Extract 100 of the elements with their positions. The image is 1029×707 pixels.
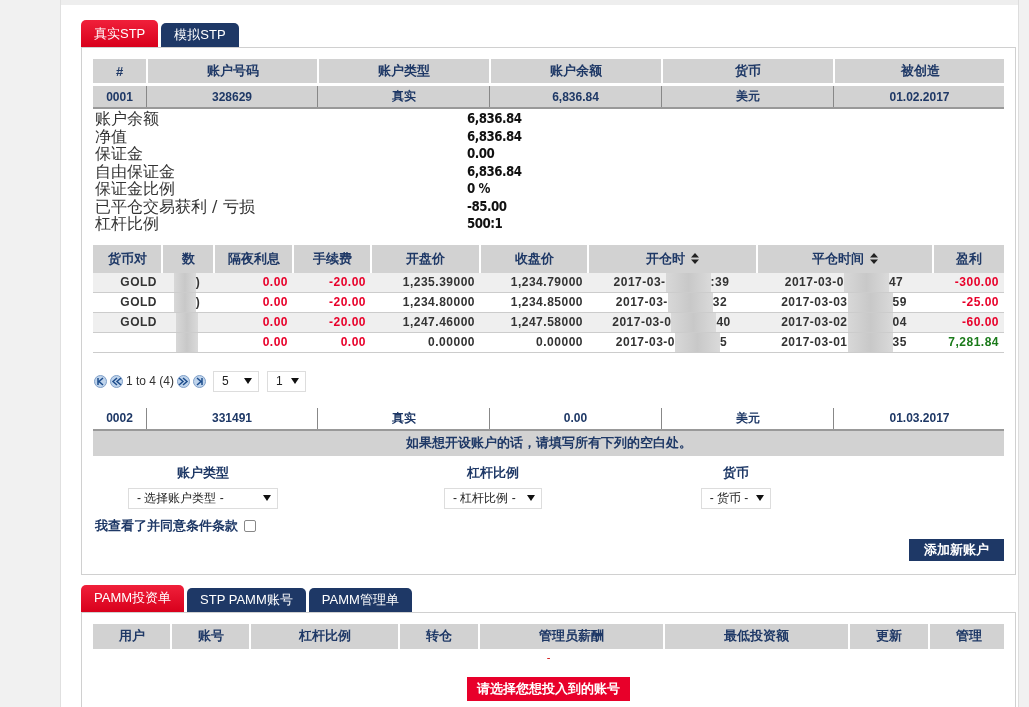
column-header: # [114,62,125,81]
table-cell-text: 1,234.85000 [509,294,584,311]
table-cell-text: GOLD [119,294,158,311]
table-cell: 331491 [146,407,317,429]
table-cell: 美元 [661,86,833,107]
summary-label: 已平仓交易获利 / 亏损 [95,197,256,215]
page-select[interactable]: 1 [267,370,306,392]
terms-label: 我查看了并同意条件条款 [95,516,238,535]
pager-icon[interactable] [110,374,123,388]
field-label: 杠杆比例 [467,463,519,482]
column-header: 更新 [848,623,928,649]
account-row[interactable]: 0001 328629 真实 6,836.84 美元 01.02.2017 [93,86,1004,109]
summary-label: 自由保证金 [95,162,176,180]
table-cell-text: 0001 [105,88,134,106]
column-header: 账户余额 [489,59,661,83]
table-cell-text: 0.00 [261,334,289,351]
table-cell-text: 1,234.79000 [509,274,584,291]
column-header: 管理员薪酬 [478,623,663,649]
dropdown[interactable]: - 选择账户类型 - [128,487,278,509]
empty-mark: - [546,650,551,663]
table-cell: 2017-03-01 35 [756,332,932,352]
pager-icon[interactable] [177,374,191,388]
column-header: 账号 [170,623,249,649]
column-header: 货币对 [106,249,148,268]
notice-bar: 如果想开设账户的话，请填写所有下列的空白处。 [93,430,1004,456]
dropdown[interactable]: - 杠杆比例 - [444,487,542,509]
table-cell: 2017-03-0 47 [756,272,932,292]
caret-icon [527,495,535,501]
column-header: 最低投资额 [663,623,848,649]
sort-icon[interactable] [691,253,699,264]
summary-value: 0 % [467,180,491,198]
summary-label: 保证金 [95,145,144,163]
summary-value: 500:1 [467,215,504,233]
pager-info: 1 to 4 (4) [126,374,175,388]
table-cell-text: -25.00 [960,294,1000,311]
table-cell: 2017-03-03 59 [756,292,932,312]
summary-label: 保证金比例 [95,180,176,198]
table-cell-text: 0.00000 [535,334,584,351]
field-label: 货币 [723,463,749,482]
table-cell-text: 1,234.80000 [401,294,476,311]
summary-value: 6,836.84 [467,110,523,128]
table-cell-text: -20.00 [327,294,367,311]
tab[interactable]: 模拟STP [161,23,239,47]
table-cell-text: 0.00 [261,274,289,291]
table-cell: 01.03.2017 [833,407,1005,429]
tab[interactable]: STP PAMM账号 [187,587,306,612]
summary-label: 杠杆比例 [95,215,159,233]
table-cell: 2017-03- :39 [587,272,756,292]
column-header: 被创造 [833,59,1005,83]
table-cell-text: 1,247.58000 [509,314,584,331]
summary-value: 0.00 [467,145,496,163]
table-cell: 328629 [146,86,317,107]
account-row[interactable]: 0002 331491 真实 0.00 美元 01.03.2017 [93,407,1004,431]
column-header: 管理 [928,623,1007,649]
column-header: 用户 [117,627,146,645]
terms-checkbox[interactable] [244,519,256,532]
table-cell: 01.02.2017 [833,86,1005,107]
summary-value: -85.00 [467,197,508,215]
column-header: 货币 [661,59,833,83]
pager-icon[interactable] [94,374,107,388]
page-size-select[interactable]: 5 [213,370,260,392]
column-header: 转仓 [398,623,478,649]
table-cell-text: -300.00 [953,274,1000,291]
select-account-message: 请选择您想投入到的账号 [467,676,630,701]
table-cell-text: 0002 [105,410,134,427]
caret-icon [263,495,271,501]
table-cell: 2017-03-0 40 [587,312,756,332]
table-cell: 2017-03- 32 [587,292,756,312]
table-cell-text: -60.00 [960,314,1000,331]
table-cell-text: 1,247.46000 [401,314,476,331]
column-header: 账户号码 [146,59,317,83]
tab[interactable]: PAMM投资单 [81,584,185,612]
table-cell-text: 0.00 [261,294,289,311]
caret-icon [244,378,253,384]
tab[interactable]: PAMM管理单 [308,587,412,612]
summary-value: 6,836.84 [467,127,523,145]
table-cell-text: 7,281.84 [947,334,1000,351]
table-cell: 美元 [661,407,833,429]
table-cell: 2017-03-0 5 [587,332,756,352]
column-header: 账户类型 [317,59,489,83]
caret-icon [290,378,299,384]
tab[interactable]: 真实STP [81,20,159,47]
caret-icon [756,495,765,501]
field-label: 账户类型 [177,463,229,482]
pager-icon[interactable] [193,374,207,388]
table-cell: 6,836.84 [489,86,661,107]
table-cell-text: -20.00 [327,314,367,331]
summary-label: 净值 [95,127,128,145]
column-header: 杠杆比例 [249,623,398,649]
table-cell-text: 0.00000 [427,334,476,351]
summary-label: 账户余额 [95,110,160,128]
table-cell: 0.00 [489,407,661,429]
sort-icon[interactable] [870,253,878,264]
table-cell-text: GOLD [119,274,158,291]
table-cell: 真实 [317,86,489,107]
table-cell-text: 1,235.39000 [401,274,476,291]
dropdown[interactable]: - 货币 - [700,487,772,509]
table-cell-text: GOLD [119,314,158,331]
table-cell-text: -20.00 [327,274,367,291]
add-account-button[interactable]: 添加新账户 [909,538,1004,561]
